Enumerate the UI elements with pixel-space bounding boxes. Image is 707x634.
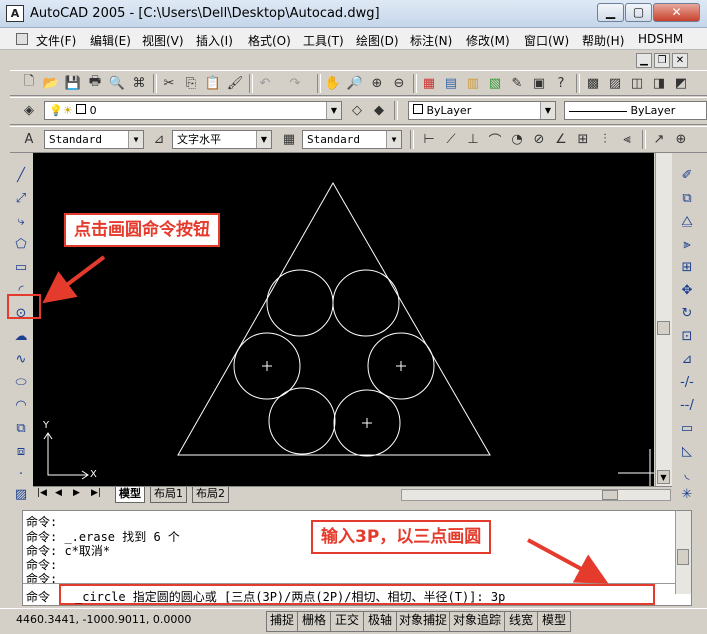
arrow-to-circle-tool (42, 255, 106, 304)
arrow-to-command-input (527, 538, 609, 584)
annotation-arrows (42, 255, 609, 584)
